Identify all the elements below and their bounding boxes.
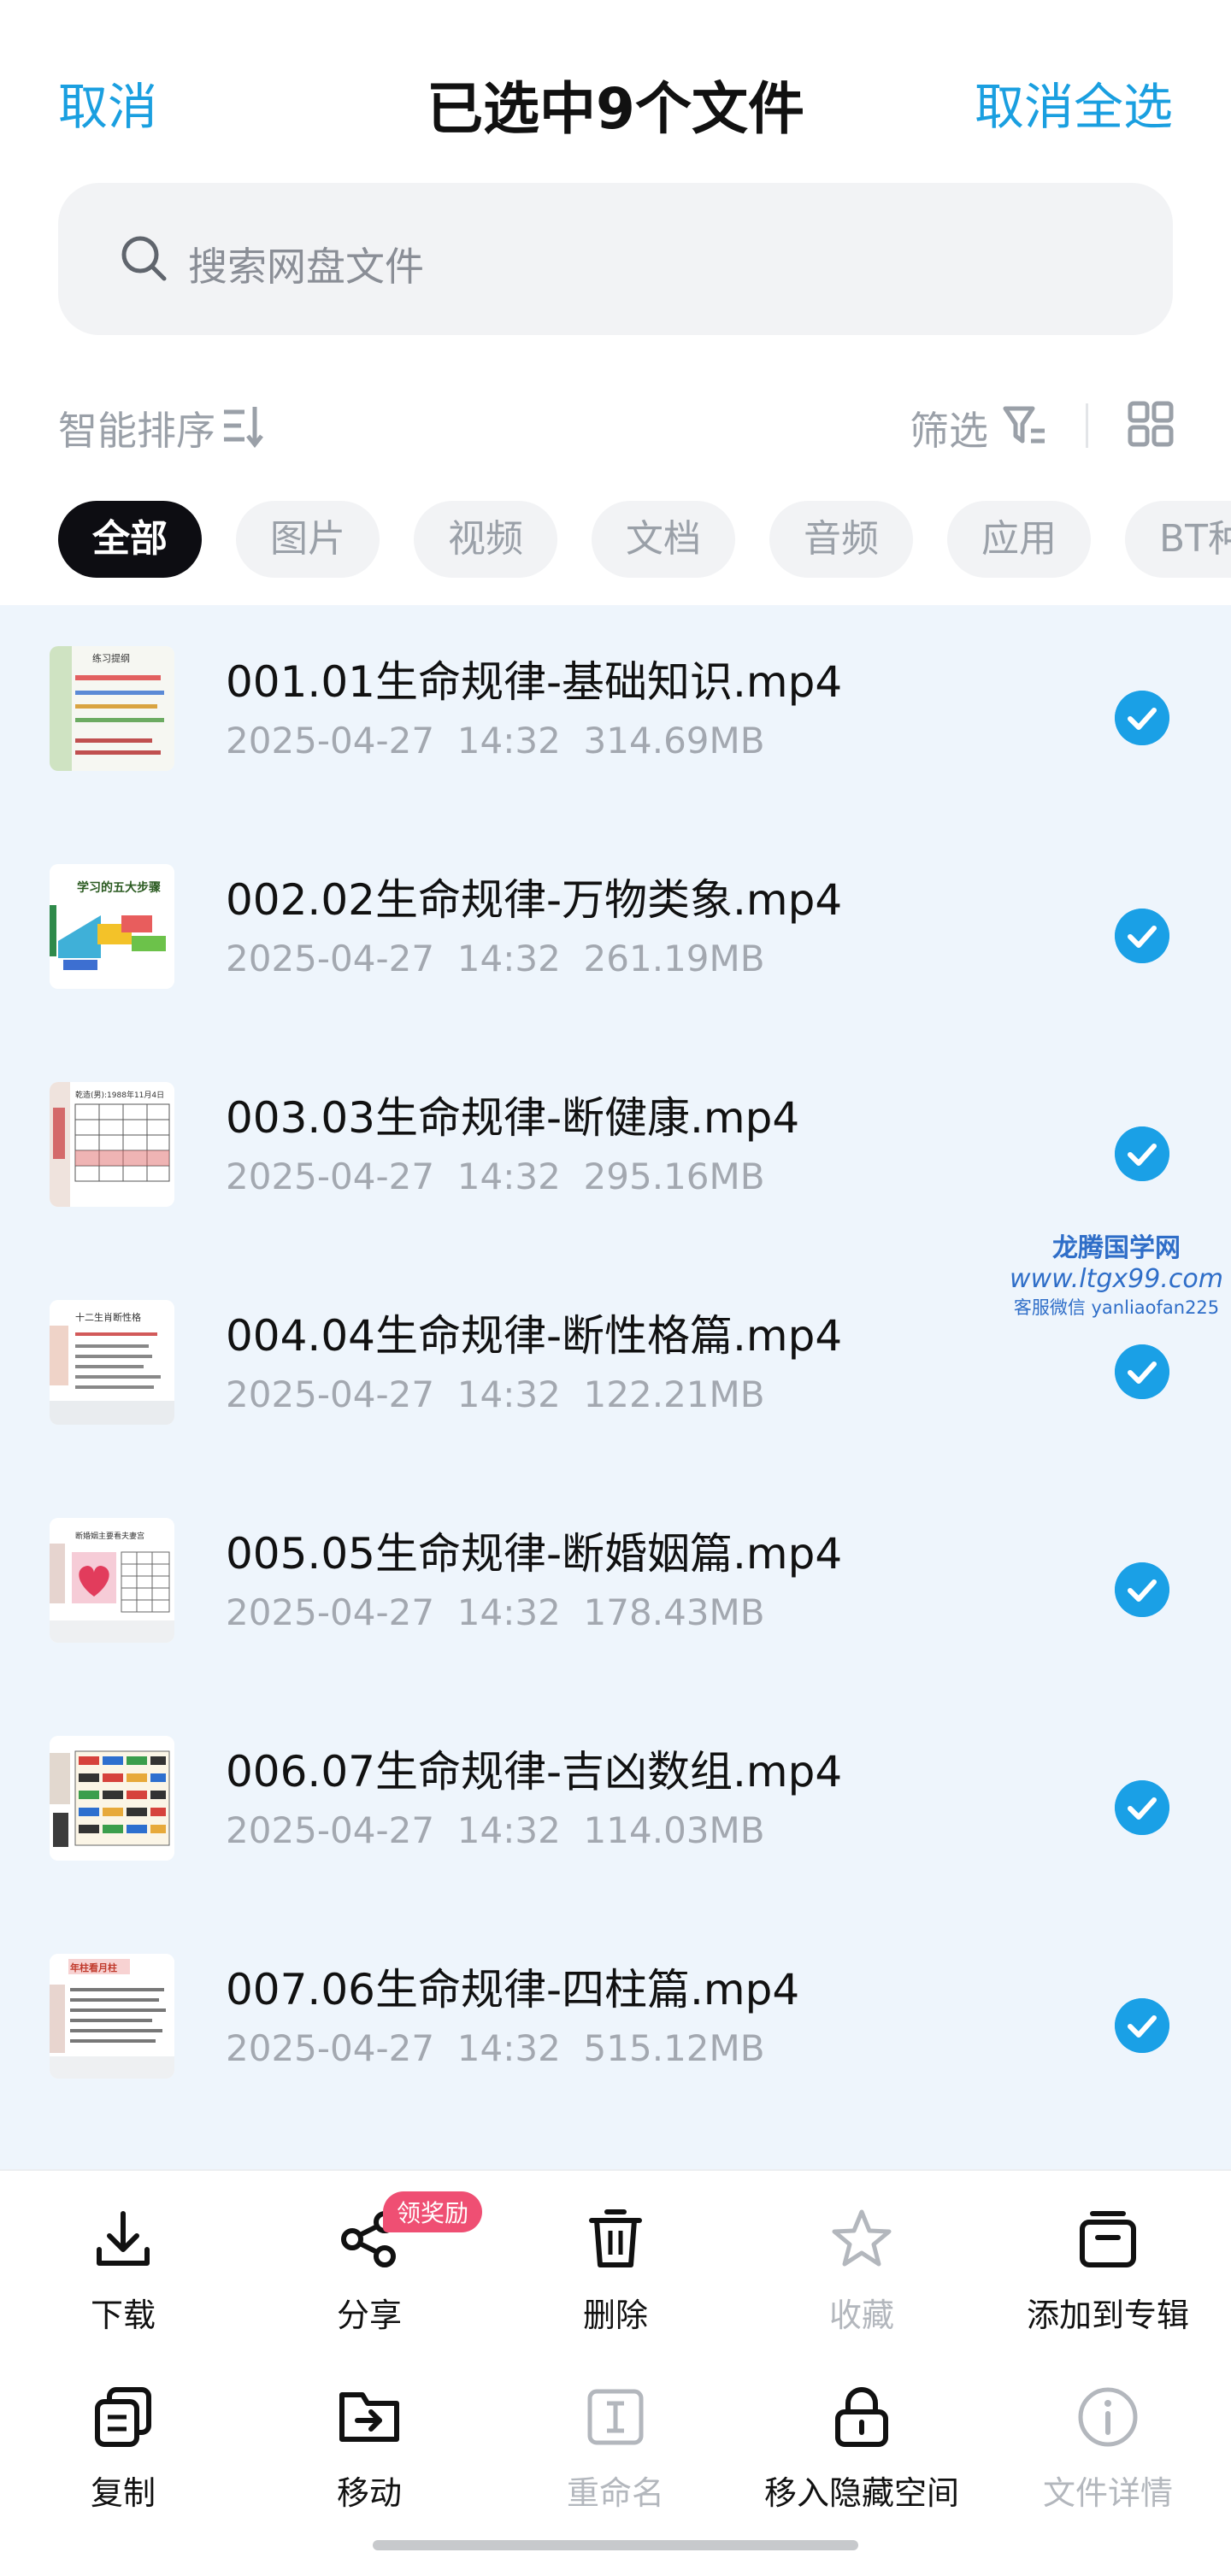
check-icon[interactable] [1115,691,1169,745]
move-label: 移动 [336,2474,402,2512]
download-icon [97,2211,150,2266]
add-to-album-button[interactable]: 添加到专辑 [985,2205,1231,2336]
grid-view-icon[interactable] [1127,398,1175,450]
file-name: 006.07生命规律-吉凶数组.mp4 [226,1747,843,1797]
file-meta: 2025-04-27 14:32 122.21MB [226,1373,765,1415]
tab-images[interactable]: 图片 [236,501,380,578]
file-name: 003.03生命规律-断健康.mp4 [226,1093,800,1143]
top-bar: 取消 已选中9个文件 取消全选 [0,0,1231,171]
filter-button[interactable]: 筛选 [910,400,988,456]
file-details-button[interactable]: 文件详情 [985,2383,1231,2514]
file-list: 练习提纲 001.01生命规律-基础知识.mp4 2025-04-27 14:3… [0,605,1231,2169]
thumb-title: 年柱看月柱 [70,1961,117,1973]
watermark-contact: 客服微信 yanliaofan225 [1013,1297,1220,1318]
check-icon[interactable] [1115,1780,1169,1835]
delete-label: 删除 [582,2297,648,2334]
file-name: 002.02生命规律-万物类象.mp4 [226,875,843,925]
move-to-hidden-button[interactable]: 移入隐藏空间 [739,2383,985,2514]
delete-button[interactable]: 删除 [492,2205,739,2336]
album-icon [1080,2211,1136,2267]
reward-badge[interactable]: 领奖励 [383,2191,483,2232]
file-meta: 2025-04-27 14:32 295.16MB [226,1156,765,1197]
bottom-action-bar: 下载 领奖励 分享 删除 收藏 添加到专辑 复制 移动 重命名 移入隐藏空间 文… [0,2169,1231,2576]
tab-apps[interactable]: 应用 [947,501,1091,578]
tab-audio[interactable]: 音频 [769,501,913,578]
cancel-all-button[interactable]: 取消全选 [975,67,1173,138]
video-thumbnail: 练习提纲 [50,646,174,771]
check-icon[interactable] [1115,909,1169,963]
check-icon[interactable] [1115,1126,1169,1181]
file-meta: 2025-04-27 14:32 114.03MB [226,1809,765,1851]
file-meta: 2025-04-27 14:32 515.12MB [226,2027,765,2069]
file-name: 007.06生命规律-四柱篇.mp4 [226,1965,800,2014]
download-button[interactable]: 下载 [0,2205,246,2336]
video-thumbnail: 乾造(男):1988年11月4日 [50,1082,174,1207]
file-meta: 2025-04-27 14:32 178.43MB [226,1591,765,1633]
list-item[interactable]: 年柱看月柱 007.06生命规律-四柱篇.mp4 2025-04-27 14:3… [0,1913,1231,2131]
watermark-url: www.ltgx99.com [1010,1264,1223,1294]
video-thumbnail: 断婚姻主要看夫妻宫 [50,1518,174,1643]
video-thumbnail: 十二生肖断性格 [50,1300,174,1425]
search-icon [121,236,167,281]
check-icon[interactable] [1115,1344,1169,1399]
category-tabs: 全部 图片 视频 文档 音频 应用 BT种 [58,501,1231,578]
rename-button[interactable]: 重命名 [492,2383,739,2514]
divider [1086,403,1088,448]
list-item[interactable]: 学习的五大步骤 002.02生命规律-万物类象.mp4 2025-04-27 1… [0,823,1231,1041]
file-name: 004.04生命规律-断性格篇.mp4 [226,1311,843,1361]
share-button[interactable]: 领奖励 分享 [246,2191,492,2336]
trash-icon [589,2209,642,2267]
favorite-button[interactable]: 收藏 [739,2205,985,2336]
filter-icon[interactable] [1002,402,1048,450]
tab-bt[interactable]: BT种 [1125,501,1231,578]
file-name: 001.01生命规律-基础知识.mp4 [226,657,843,707]
copy-icon [95,2387,151,2447]
video-thumbnail [50,1736,174,1861]
tab-documents[interactable]: 文档 [592,501,735,578]
check-icon[interactable] [1115,1562,1169,1617]
share-label: 分享 [336,2297,402,2334]
copy-label: 复制 [90,2474,156,2512]
thumb-title: 练习提纲 [92,652,130,664]
file-name: 005.05生命规律-断婚姻篇.mp4 [226,1529,843,1579]
thumb-title: 乾造(男):1988年11月4日 [75,1090,164,1100]
info-icon [1078,2387,1138,2447]
move-icon [339,2392,399,2442]
video-thumbnail: 学习的五大步骤 [50,864,174,989]
sort-icon[interactable] [221,402,267,450]
move-to-hidden-label: 移入隐藏空间 [763,2474,959,2512]
thumb-title: 十二生肖断性格 [75,1311,141,1323]
thumb-title: 断婚姻主要看夫妻宫 [75,1531,144,1541]
download-label: 下载 [90,2297,156,2334]
list-item[interactable]: 006.07生命规律-吉凶数组.mp4 2025-04-27 14:32 114… [0,1695,1231,1913]
watermark: 龙腾国学网 www.ltgx99.com 客服微信 yanliaofan225 [1002,1226,1231,1320]
move-button[interactable]: 移动 [246,2383,492,2514]
rename-icon [587,2389,644,2445]
tab-videos[interactable]: 视频 [414,501,557,578]
copy-button[interactable]: 复制 [0,2383,246,2514]
star-icon [832,2209,892,2267]
favorite-label: 收藏 [828,2297,894,2334]
sort-filter-row: 智能排序 筛选 [0,393,1231,462]
search-placeholder: 搜索网盘文件 [188,244,424,290]
list-item[interactable]: 练习提纲 001.01生命规律-基础知识.mp4 2025-04-27 14:3… [0,605,1231,823]
add-to-album-label: 添加到专辑 [1026,2297,1189,2334]
sort-button[interactable]: 智能排序 [58,400,215,456]
check-icon[interactable] [1115,1998,1169,2053]
search-input[interactable]: 搜索网盘文件 [58,183,1173,335]
thumb-title: 学习的五大步骤 [77,880,161,895]
home-indicator [373,2540,858,2550]
watermark-title: 龙腾国学网 [1052,1233,1181,1263]
lock-icon [835,2386,888,2447]
tab-all[interactable]: 全部 [58,501,202,578]
file-details-label: 文件详情 [1042,2474,1173,2512]
video-thumbnail: 年柱看月柱 [50,1954,174,2079]
rename-label: 重命名 [566,2474,664,2512]
list-item[interactable]: 断婚姻主要看夫妻宫 005.05生命规律-断婚姻篇.mp4 2025-04-27… [0,1477,1231,1695]
file-meta: 2025-04-27 14:32 261.19MB [226,938,765,979]
file-meta: 2025-04-27 14:32 314.69MB [226,720,765,762]
